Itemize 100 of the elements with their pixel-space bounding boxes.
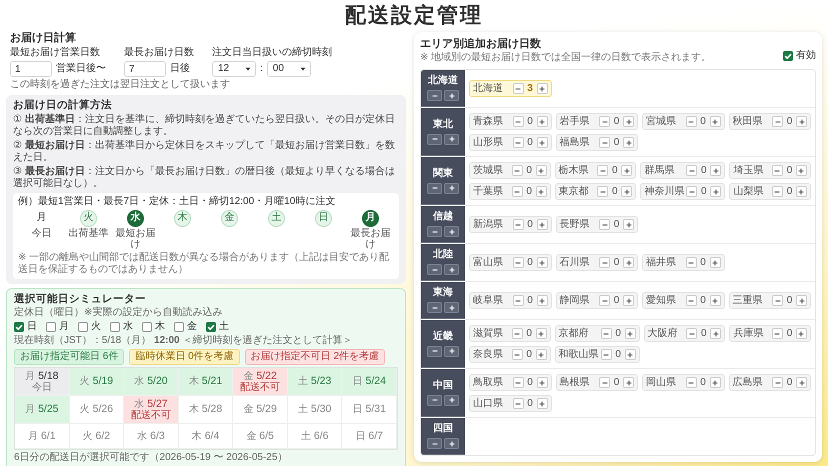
increase-button[interactable] bbox=[623, 257, 634, 268]
increase-button[interactable] bbox=[536, 219, 548, 230]
decrease-button[interactable] bbox=[772, 295, 783, 306]
checkbox[interactable] bbox=[174, 322, 184, 332]
decrease-button[interactable] bbox=[512, 328, 523, 340]
increase-button[interactable] bbox=[796, 377, 807, 388]
increase-button[interactable] bbox=[536, 349, 547, 360]
max-days-field[interactable]: 7 bbox=[124, 61, 166, 78]
decrease-button[interactable] bbox=[512, 165, 523, 176]
increase-button[interactable] bbox=[796, 165, 807, 176]
decrease-button[interactable] bbox=[599, 295, 610, 306]
decrease-button[interactable] bbox=[427, 182, 442, 194]
checkbox[interactable] bbox=[142, 322, 152, 332]
increase-button[interactable] bbox=[710, 165, 722, 176]
increase-button[interactable] bbox=[623, 377, 634, 388]
checkbox[interactable] bbox=[783, 51, 793, 61]
checkbox[interactable] bbox=[110, 322, 120, 332]
decrease-button[interactable] bbox=[686, 257, 696, 268]
increase-button[interactable] bbox=[536, 398, 548, 410]
checkbox[interactable] bbox=[206, 322, 216, 332]
decrease-button[interactable] bbox=[427, 264, 442, 276]
decrease-button[interactable] bbox=[597, 186, 608, 198]
increase-button[interactable] bbox=[623, 137, 634, 148]
increase-button[interactable] bbox=[536, 186, 547, 198]
decrease-button[interactable] bbox=[427, 134, 442, 145]
decrease-button[interactable] bbox=[600, 328, 612, 340]
decrease-button[interactable] bbox=[512, 377, 524, 388]
decrease-button[interactable] bbox=[686, 328, 698, 340]
decrease-button[interactable] bbox=[427, 302, 442, 314]
decrease-button[interactable] bbox=[686, 377, 696, 388]
decrease-button[interactable] bbox=[512, 137, 524, 148]
decrease-button[interactable] bbox=[512, 295, 524, 306]
increase-button[interactable] bbox=[796, 186, 807, 198]
increase-button[interactable] bbox=[623, 219, 634, 230]
increase-button[interactable] bbox=[710, 257, 720, 268]
increase-button[interactable] bbox=[710, 186, 722, 198]
decrease-button[interactable] bbox=[427, 438, 442, 450]
decrease-button[interactable] bbox=[599, 257, 610, 268]
increase-button[interactable] bbox=[536, 137, 548, 148]
increase-button[interactable] bbox=[624, 349, 636, 360]
decrease-button[interactable] bbox=[686, 165, 698, 176]
increase-button[interactable] bbox=[444, 134, 459, 145]
decrease-button[interactable] bbox=[512, 83, 524, 94]
decrease-button[interactable] bbox=[686, 116, 696, 128]
increase-button[interactable] bbox=[444, 346, 459, 357]
increase-button[interactable] bbox=[444, 302, 459, 314]
increase-button[interactable] bbox=[536, 328, 547, 340]
increase-button[interactable] bbox=[444, 226, 459, 238]
decrease-button[interactable] bbox=[599, 219, 610, 230]
increase-button[interactable] bbox=[444, 438, 459, 450]
increase-button[interactable] bbox=[796, 295, 807, 306]
decrease-button[interactable] bbox=[772, 165, 783, 176]
increase-button[interactable] bbox=[536, 257, 548, 268]
decrease-button[interactable] bbox=[772, 116, 783, 128]
decrease-button[interactable] bbox=[427, 226, 442, 238]
hour-select[interactable]: 12 bbox=[212, 61, 256, 78]
increase-button[interactable] bbox=[623, 116, 634, 128]
decrease-button[interactable] bbox=[512, 186, 523, 198]
decrease-button[interactable] bbox=[427, 394, 442, 406]
decrease-button[interactable] bbox=[599, 137, 610, 148]
increase-button[interactable] bbox=[710, 377, 720, 388]
increase-button[interactable] bbox=[444, 394, 459, 406]
decrease-button[interactable] bbox=[686, 295, 696, 306]
increase-button[interactable] bbox=[624, 328, 636, 340]
increase-button[interactable] bbox=[444, 90, 459, 102]
increase-button[interactable] bbox=[444, 182, 459, 194]
decrease-button[interactable] bbox=[427, 90, 442, 102]
increase-button[interactable] bbox=[621, 186, 632, 198]
increase-button[interactable] bbox=[710, 116, 720, 128]
decrease-button[interactable] bbox=[772, 377, 783, 388]
decrease-button[interactable] bbox=[512, 349, 523, 360]
increase-button[interactable] bbox=[710, 295, 720, 306]
checkbox[interactable] bbox=[14, 322, 24, 332]
increase-button[interactable] bbox=[710, 328, 722, 340]
decrease-button[interactable] bbox=[597, 165, 608, 176]
increase-button[interactable] bbox=[536, 165, 547, 176]
increase-button[interactable] bbox=[444, 264, 459, 276]
increase-button[interactable] bbox=[536, 377, 548, 388]
checkbox[interactable] bbox=[46, 322, 56, 332]
decrease-button[interactable] bbox=[512, 257, 524, 268]
increase-button[interactable] bbox=[796, 116, 807, 128]
decrease-button[interactable] bbox=[512, 219, 524, 230]
decrease-button[interactable] bbox=[686, 186, 698, 198]
increase-button[interactable] bbox=[536, 116, 548, 128]
increase-button[interactable] bbox=[623, 295, 634, 306]
increase-button[interactable] bbox=[536, 83, 548, 94]
min-days-field[interactable]: 1 bbox=[10, 61, 52, 78]
increase-button[interactable] bbox=[536, 295, 548, 306]
decrease-button[interactable] bbox=[599, 377, 610, 388]
increase-button[interactable] bbox=[796, 328, 807, 340]
decrease-button[interactable] bbox=[512, 116, 524, 128]
decrease-button[interactable] bbox=[512, 398, 524, 410]
checkbox[interactable] bbox=[78, 322, 88, 332]
decrease-button[interactable] bbox=[772, 186, 783, 198]
increase-button[interactable] bbox=[621, 165, 632, 176]
minute-select[interactable]: 00 bbox=[266, 61, 311, 78]
decrease-button[interactable] bbox=[600, 349, 612, 360]
decrease-button[interactable] bbox=[427, 346, 442, 357]
decrease-button[interactable] bbox=[772, 328, 783, 340]
decrease-button[interactable] bbox=[599, 116, 610, 128]
